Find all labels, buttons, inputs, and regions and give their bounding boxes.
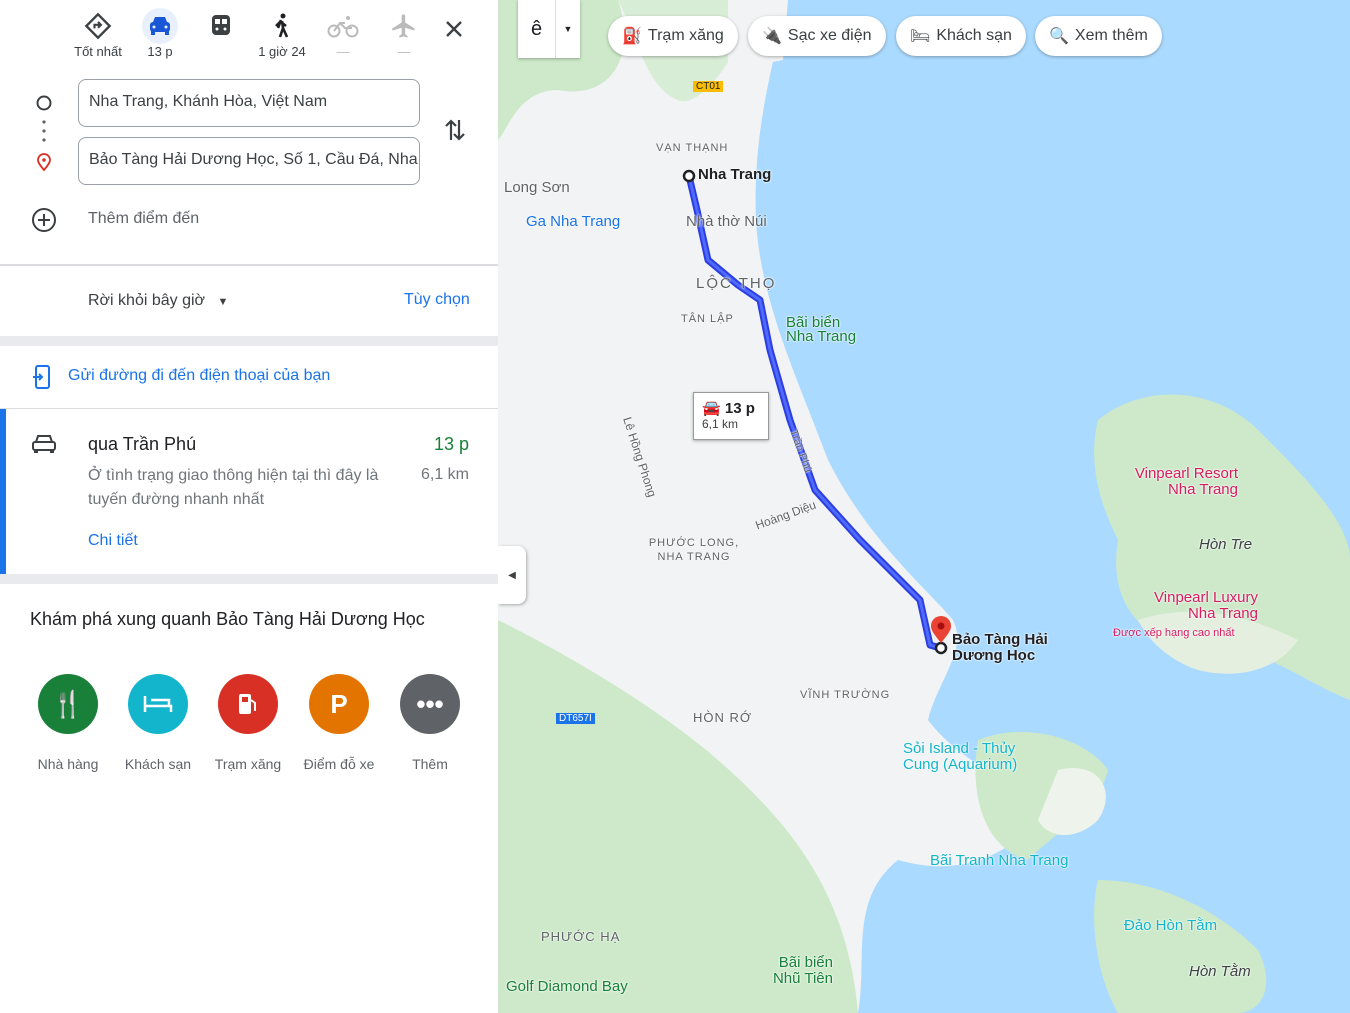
- gas-station-icon: [218, 674, 278, 734]
- depart-dropdown[interactable]: Rời khỏi bây giờ ▼: [88, 292, 228, 310]
- map-label: Long Sơn: [504, 179, 570, 196]
- route-option[interactable]: qua Trần Phú 13 p Ở tình trạng giao thôn…: [0, 409, 498, 574]
- map-label: PHƯỚC LONG, NHA TRANG: [648, 537, 740, 563]
- route-info-box[interactable]: 🚘 13 p 6,1 km: [693, 392, 769, 440]
- road-shield: CT01: [693, 81, 724, 92]
- explore-parking[interactable]: P Điểm đỗ xe: [299, 674, 379, 772]
- route-name: qua Trần Phú: [88, 434, 197, 454]
- explore-more[interactable]: ••• Thêm: [390, 674, 470, 772]
- chevron-left-icon: ◀: [508, 569, 516, 581]
- caret-down-icon[interactable]: ▼: [556, 0, 580, 58]
- mode-walking[interactable]: 1 giờ 24: [254, 8, 310, 59]
- gas-station-icon: ⛽: [622, 28, 642, 45]
- origin-input[interactable]: Nha Trang, Khánh Hòa, Việt Nam: [78, 79, 420, 127]
- map-label: Ga Nha Trang: [526, 213, 621, 230]
- hotel-icon: [128, 674, 188, 734]
- map-label: HÒN RỚ: [693, 710, 753, 725]
- more-icon: •••: [400, 674, 460, 734]
- map-label: TÂN LẬP: [681, 313, 734, 325]
- send-to-phone-icon: [33, 365, 50, 389]
- car-icon: [142, 8, 178, 44]
- best-route-icon: [84, 12, 112, 40]
- hotel-icon: 🛏: [910, 28, 931, 45]
- map-label: Được xếp hạng cao nhất: [1113, 627, 1235, 639]
- options-link[interactable]: Tùy chọn: [404, 291, 470, 309]
- caret-down-icon: ▼: [217, 296, 229, 308]
- map-label: Nha Trang: [698, 166, 772, 183]
- route-dots-icon: [36, 95, 52, 172]
- map-canvas: [498, 0, 1350, 1013]
- map-label: Hòn Tre: [1199, 536, 1253, 553]
- destination-input[interactable]: Bảo Tàng Hải Dương Học, Số 1, Cầu Đá, Nh…: [78, 137, 420, 185]
- mode-driving[interactable]: 13 p: [132, 8, 188, 59]
- mode-best[interactable]: Tốt nhất: [70, 8, 126, 59]
- bike-icon: [327, 16, 359, 38]
- restaurant-icon: 🍴: [38, 674, 98, 734]
- chip-gas-station[interactable]: ⛽ Trạm xăng: [608, 16, 738, 56]
- collapse-panel-button[interactable]: ◀: [498, 546, 526, 604]
- add-destination[interactable]: Thêm điểm đến: [88, 210, 199, 228]
- road-shield: DT657I: [556, 713, 595, 724]
- route-time: 13 p: [433, 434, 469, 454]
- map-label: Hòn Tằm: [1189, 963, 1251, 980]
- transit-icon: [212, 15, 230, 35]
- mode-flight[interactable]: —: [376, 8, 432, 59]
- chip-ev-charging[interactable]: 🔌 Sạc xe điện: [748, 16, 886, 56]
- map-label: Đảo Hòn Tằm: [1124, 917, 1218, 934]
- walk-icon: [275, 13, 289, 38]
- map-label: Nhà thờ Núi: [686, 213, 767, 230]
- ev-charging-icon: 🔌: [762, 28, 782, 45]
- map-label: Bảo Tàng Hải Dương Học: [952, 631, 1048, 664]
- route-distance: 6,1 km: [420, 466, 469, 483]
- map-label: Sỏi Island - Thủy Cung (Aquarium): [903, 740, 1018, 773]
- map-label: Bãi Tranh Nha Trang: [930, 852, 1069, 869]
- add-icon[interactable]: [31, 207, 57, 233]
- chip-more[interactable]: 🔍 Xem thêm: [1035, 16, 1162, 56]
- flight-icon: [392, 14, 415, 38]
- explore-restaurants[interactable]: 🍴 Nhà hàng: [28, 674, 108, 772]
- explore-gas[interactable]: Trạm xăng: [208, 674, 288, 772]
- car-icon: [32, 435, 56, 453]
- chip-hotels[interactable]: 🛏 Khách sạn: [896, 16, 1026, 56]
- parking-icon: P: [309, 674, 369, 734]
- map-label: Golf Diamond Bay: [506, 978, 628, 995]
- swap-icon[interactable]: [443, 116, 467, 144]
- explore-hotels[interactable]: Khách sạn: [118, 674, 198, 772]
- layers-control[interactable]: ê ▼: [518, 0, 580, 58]
- search-icon: 🔍: [1049, 28, 1069, 45]
- explore-title: Khám phá xung quanh Bảo Tàng Hải Dương H…: [30, 609, 425, 629]
- map-label: VĨNH TRƯỜNG: [800, 689, 891, 701]
- map-label: Vinpearl Resort Nha Trang: [1134, 465, 1238, 498]
- mode-transit[interactable]: [193, 8, 249, 44]
- route-description: Ở tình trạng giao thông hiện tại thì đây…: [88, 467, 379, 508]
- map-label: Bãi biển Nha Trang: [786, 314, 857, 345]
- car-icon: 🚘: [702, 400, 721, 417]
- mode-cycling[interactable]: —: [315, 8, 371, 59]
- close-icon[interactable]: [444, 19, 464, 39]
- map-label: PHƯỚC HẠ: [541, 929, 621, 944]
- map-label: LỘC THỌ: [696, 275, 777, 292]
- send-to-phone-link[interactable]: Gửi đường đi đến điện thoại của bạn: [68, 367, 330, 385]
- directions-panel: Tốt nhất 13 p 1 giờ 24 — — Nha Trang, Kh…: [0, 0, 498, 1013]
- details-link[interactable]: Chi tiết: [88, 532, 138, 550]
- map-label: Bãi biển Nhũ Tiên: [772, 954, 833, 987]
- map-label: Vinpearl Luxury Nha Trang: [1154, 589, 1258, 622]
- map[interactable]: Nha Trang VẠN THẠNH Long Sơn Ga Nha Tran…: [498, 0, 1350, 1013]
- origin-marker[interactable]: [682, 169, 696, 183]
- map-label: VẠN THẠNH: [656, 142, 729, 154]
